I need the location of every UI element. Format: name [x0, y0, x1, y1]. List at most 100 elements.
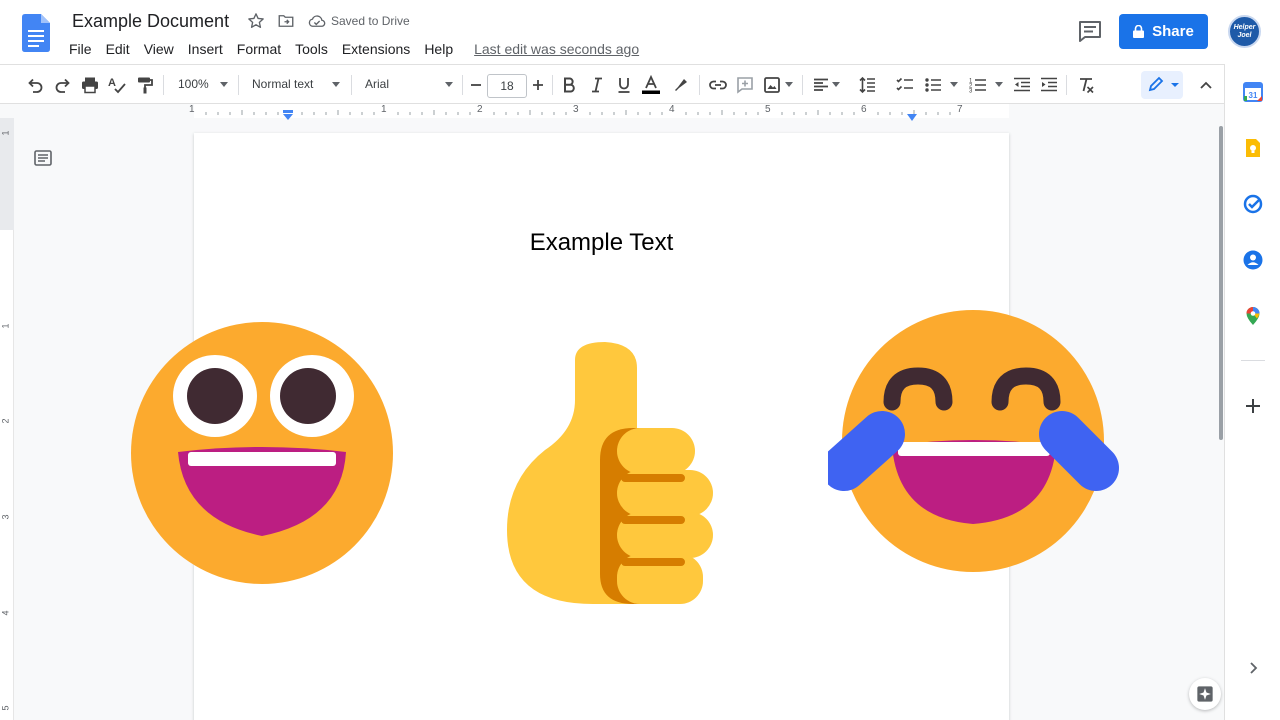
- print-icon[interactable]: [80, 75, 100, 95]
- side-panel: 31: [1224, 64, 1280, 720]
- italic-icon[interactable]: [587, 75, 607, 95]
- comment-history-icon[interactable]: [1078, 20, 1102, 42]
- ruler-label: 5: [0, 705, 11, 711]
- zoom-chevron-down-icon[interactable]: [220, 82, 228, 87]
- style-chevron-down-icon[interactable]: [332, 82, 340, 87]
- share-button[interactable]: Share: [1119, 14, 1208, 49]
- lock-icon: [1133, 24, 1145, 38]
- zoom-select[interactable]: 100%: [178, 77, 209, 91]
- left-indent-marker[interactable]: [282, 107, 294, 125]
- toolbar-divider: [1066, 75, 1067, 95]
- spellcheck-icon[interactable]: A: [107, 75, 127, 95]
- svg-text:A: A: [108, 77, 116, 89]
- explore-button[interactable]: [1189, 678, 1221, 710]
- toolbar-divider: [552, 75, 553, 95]
- underline-icon[interactable]: [614, 75, 634, 95]
- last-edit-link[interactable]: Last edit was seconds ago: [474, 39, 639, 59]
- add-comment-icon[interactable]: [735, 75, 755, 95]
- font-chevron-down-icon[interactable]: [445, 82, 453, 87]
- increase-indent-icon[interactable]: [1039, 75, 1059, 95]
- grinning-face-emoji[interactable]: [128, 320, 396, 586]
- ruler-label: 5: [765, 104, 771, 115]
- bullet-chevron-down-icon[interactable]: [950, 82, 958, 87]
- line-spacing-icon[interactable]: [858, 75, 878, 95]
- redo-icon[interactable]: [53, 75, 73, 95]
- formatting-toolbar: A 100% Normal text Arial 18 123: [0, 64, 1224, 104]
- svg-text:31: 31: [1249, 91, 1258, 100]
- ruler-label: 3: [0, 514, 11, 520]
- ruler-label: 1: [0, 130, 11, 136]
- ruler-label: 1: [189, 104, 195, 115]
- calendar-icon[interactable]: 31: [1243, 82, 1263, 102]
- document-outline-icon[interactable]: [33, 148, 53, 168]
- menu-view[interactable]: View: [137, 39, 181, 59]
- save-status: Saved to Drive: [331, 14, 410, 28]
- menu-file[interactable]: File: [62, 39, 99, 59]
- align-chevron-down-icon[interactable]: [832, 82, 840, 87]
- highlight-color-icon[interactable]: [671, 75, 691, 95]
- ruler-label: 2: [477, 104, 483, 115]
- tears-of-joy-emoji[interactable]: [828, 306, 1120, 578]
- bulleted-list-icon[interactable]: [923, 75, 943, 95]
- side-panel-divider: [1241, 360, 1265, 361]
- svg-text:3: 3: [969, 89, 973, 95]
- insert-link-icon[interactable]: [708, 75, 728, 95]
- font-select[interactable]: Arial: [365, 77, 389, 91]
- vertical-scrollbar[interactable]: [1219, 126, 1223, 440]
- decrease-font-size-icon[interactable]: [466, 75, 486, 95]
- keep-icon[interactable]: [1243, 138, 1263, 158]
- paint-format-icon[interactable]: [135, 75, 155, 95]
- image-chevron-down-icon[interactable]: [785, 82, 793, 87]
- insert-image-icon[interactable]: [762, 75, 782, 95]
- paragraph-style-select[interactable]: Normal text: [252, 77, 313, 91]
- ruler-label: 6: [861, 104, 867, 115]
- toolbar-divider: [238, 75, 239, 95]
- toolbar-divider: [351, 75, 352, 95]
- vertical-ruler: 1 1 2 3 4 5: [0, 118, 14, 720]
- increase-font-size-icon[interactable]: [528, 75, 548, 95]
- chevron-right-icon[interactable]: [1243, 658, 1263, 678]
- user-avatar[interactable]: Helper Joel: [1228, 15, 1261, 48]
- docs-logo-icon[interactable]: [22, 14, 50, 52]
- text-color-icon[interactable]: [641, 74, 661, 95]
- menu-tools[interactable]: Tools: [288, 39, 335, 59]
- share-label: Share: [1152, 23, 1194, 40]
- decrease-indent-icon[interactable]: [1012, 75, 1032, 95]
- ruler-label: 7: [957, 104, 963, 115]
- number-chevron-down-icon[interactable]: [995, 82, 1003, 87]
- add-icon[interactable]: [1243, 396, 1263, 416]
- menu-insert[interactable]: Insert: [181, 39, 230, 59]
- thumbs-up-emoji[interactable]: [505, 340, 717, 608]
- app-header: Example Document Saved to Drive File Edi…: [0, 0, 1280, 64]
- numbered-list-icon[interactable]: 123: [968, 75, 988, 95]
- menu-edit[interactable]: Edit: [99, 39, 137, 59]
- hide-menus-chevron-up-icon[interactable]: [1196, 75, 1216, 95]
- star-icon[interactable]: [247, 12, 265, 30]
- checklist-icon[interactable]: [895, 75, 915, 95]
- toolbar-divider: [462, 75, 463, 95]
- document-title[interactable]: Example Document: [72, 11, 229, 32]
- bold-icon[interactable]: [559, 75, 579, 95]
- menu-help[interactable]: Help: [417, 39, 460, 59]
- ruler-label: 1: [381, 104, 387, 115]
- editing-mode-button[interactable]: [1141, 71, 1183, 99]
- clear-formatting-icon[interactable]: [1076, 75, 1096, 95]
- document-heading[interactable]: Example Text: [0, 229, 1203, 257]
- menu-format[interactable]: Format: [230, 39, 288, 59]
- ruler-label: 3: [573, 104, 579, 115]
- tasks-icon[interactable]: [1243, 194, 1263, 214]
- undo-icon[interactable]: [25, 75, 45, 95]
- ruler-track: [194, 104, 1009, 118]
- move-to-folder-icon[interactable]: [277, 12, 295, 30]
- align-left-icon[interactable]: [811, 75, 831, 95]
- maps-icon[interactable]: [1243, 306, 1263, 326]
- cloud-saved-icon: [308, 13, 326, 29]
- horizontal-ruler: 1 1 2 3 4 5 6 7: [0, 104, 1224, 121]
- font-size-input[interactable]: 18: [487, 74, 527, 98]
- ruler-label: 1: [0, 323, 11, 329]
- ruler-label: 4: [669, 104, 675, 115]
- toolbar-divider: [699, 75, 700, 95]
- right-indent-marker[interactable]: [906, 108, 918, 126]
- contacts-icon[interactable]: [1243, 250, 1263, 270]
- menu-extensions[interactable]: Extensions: [335, 39, 417, 59]
